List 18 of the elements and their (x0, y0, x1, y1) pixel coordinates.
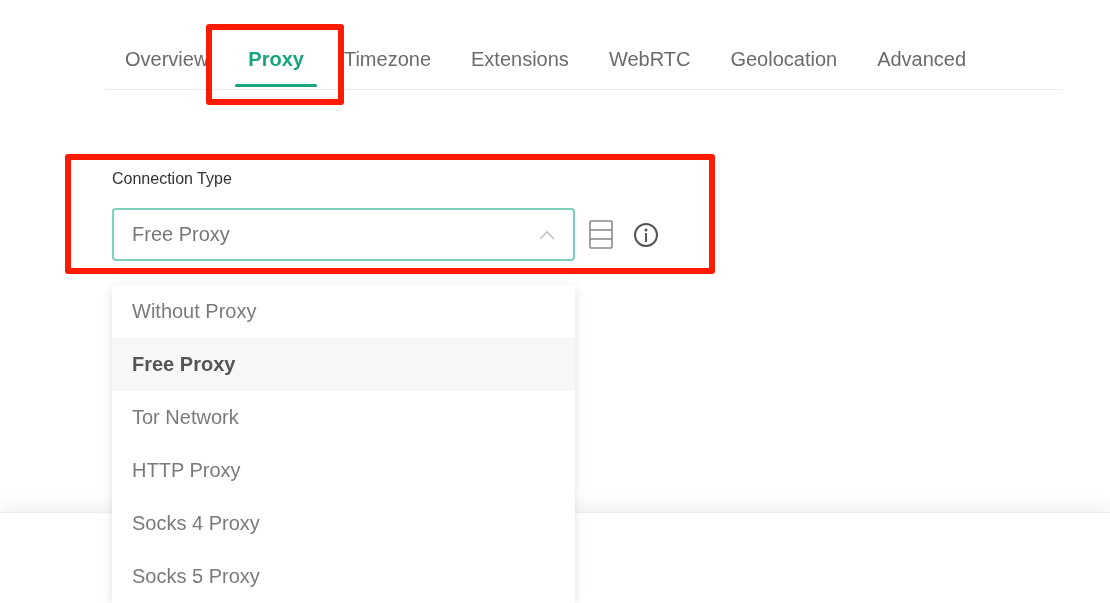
chevron-icon (539, 229, 555, 240)
dropdown-option[interactable]: Socks 4 Proxy (112, 497, 575, 550)
tab[interactable]: Advanced (857, 36, 987, 89)
list-icon (589, 220, 613, 249)
dropdown-option[interactable]: Tor Network (112, 391, 575, 444)
tab[interactable]: Geolocation (710, 36, 858, 89)
connection-type-select[interactable]: Free Proxy (112, 208, 575, 261)
info-icon[interactable] (633, 221, 659, 248)
dropdown-option[interactable]: Without Proxy (112, 285, 575, 338)
dropdown-option[interactable]: HTTP Proxy (112, 444, 575, 497)
field-label: Connection Type (112, 170, 232, 188)
tab[interactable]: Extensions (451, 36, 589, 89)
tab[interactable]: Overview (105, 36, 229, 89)
tab[interactable]: Timezone (323, 36, 452, 89)
dropdown-option[interactable]: Socks 5 Proxy (112, 550, 575, 603)
dropdown-option[interactable]: Free Proxy (112, 338, 575, 391)
tab[interactable]: Proxy (228, 36, 324, 89)
tab[interactable]: WebRTC (588, 36, 711, 89)
